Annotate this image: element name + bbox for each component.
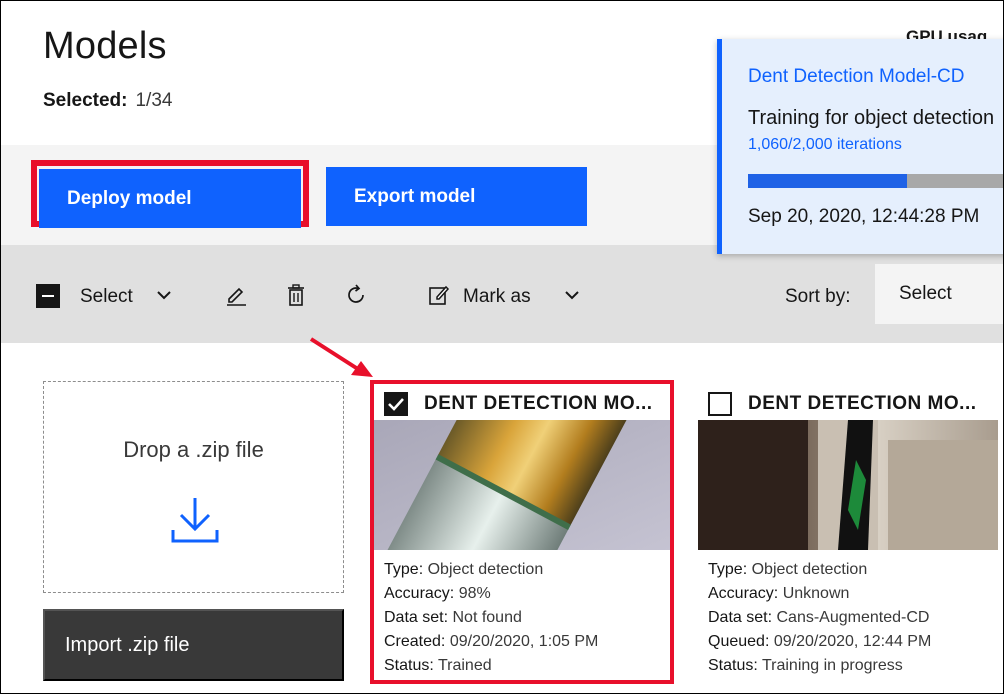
notification-title-link[interactable]: Dent Detection Model-CD bbox=[748, 66, 964, 88]
card-details: Type: Object detection Accuracy: Unknown… bbox=[708, 558, 931, 678]
app-window: Models Selected: 1/34 GPU usag Deploy mod… bbox=[0, 0, 1004, 694]
card-type-row: Type: Object detection bbox=[708, 561, 868, 578]
deploy-model-button[interactable]: Deploy model bbox=[39, 169, 301, 228]
trash-icon[interactable] bbox=[284, 283, 308, 307]
model-card[interactable]: DENT DETECTION MO... Type: Object detect… bbox=[698, 384, 998, 684]
sort-by-select[interactable]: Select bbox=[875, 264, 1003, 324]
card-queued-row: Queued: 09/20/2020, 12:44 PM bbox=[708, 633, 932, 650]
chevron-down-icon[interactable] bbox=[563, 286, 581, 304]
import-zip-button[interactable]: Import .zip file bbox=[43, 609, 344, 681]
edit-icon[interactable] bbox=[224, 283, 248, 307]
export-model-button[interactable]: Export model bbox=[326, 167, 587, 226]
training-progress-bar bbox=[748, 174, 1003, 188]
selected-value: 1/34 bbox=[135, 90, 173, 111]
dropzone-text: Drop a .zip file bbox=[123, 437, 264, 462]
selected-count: Selected: 1/34 bbox=[43, 90, 172, 112]
notification-timestamp: Sep 20, 2020, 12:44:28 PM bbox=[748, 206, 980, 227]
arrow-annotation-icon bbox=[309, 337, 373, 377]
selected-label: Selected: bbox=[43, 90, 128, 111]
refresh-icon[interactable] bbox=[344, 283, 368, 307]
notification-description: Training for object detection bbox=[748, 107, 995, 129]
select-menu-label[interactable]: Select bbox=[80, 286, 133, 308]
mark-edit-icon[interactable] bbox=[427, 283, 451, 307]
card-dataset-row: Data set: Cans-Augmented-CD bbox=[708, 609, 930, 626]
page-title: Models bbox=[43, 25, 167, 67]
notification-iterations: 1,060/2,000 iterations bbox=[748, 136, 902, 153]
card-status-row: Status: Training in progress bbox=[708, 657, 903, 674]
card-accuracy-row: Accuracy: Unknown bbox=[708, 585, 850, 602]
card-title[interactable]: DENT DETECTION MO... bbox=[748, 393, 988, 415]
training-notification[interactable]: Dent Detection Model-CD Training for obj… bbox=[717, 39, 1003, 254]
card-checkbox-unchecked[interactable] bbox=[708, 392, 732, 416]
sort-by-label: Sort by: bbox=[785, 286, 851, 307]
zip-dropzone[interactable]: Drop a .zip file bbox=[43, 381, 344, 593]
card-highlight-annotation bbox=[370, 380, 674, 684]
select-all-checkbox[interactable] bbox=[36, 284, 60, 308]
mark-as-menu-label[interactable]: Mark as bbox=[463, 286, 531, 308]
progress-fill bbox=[748, 174, 907, 188]
chevron-down-icon[interactable] bbox=[155, 286, 173, 304]
model-thumbnail bbox=[698, 420, 998, 550]
download-icon bbox=[171, 498, 219, 543]
